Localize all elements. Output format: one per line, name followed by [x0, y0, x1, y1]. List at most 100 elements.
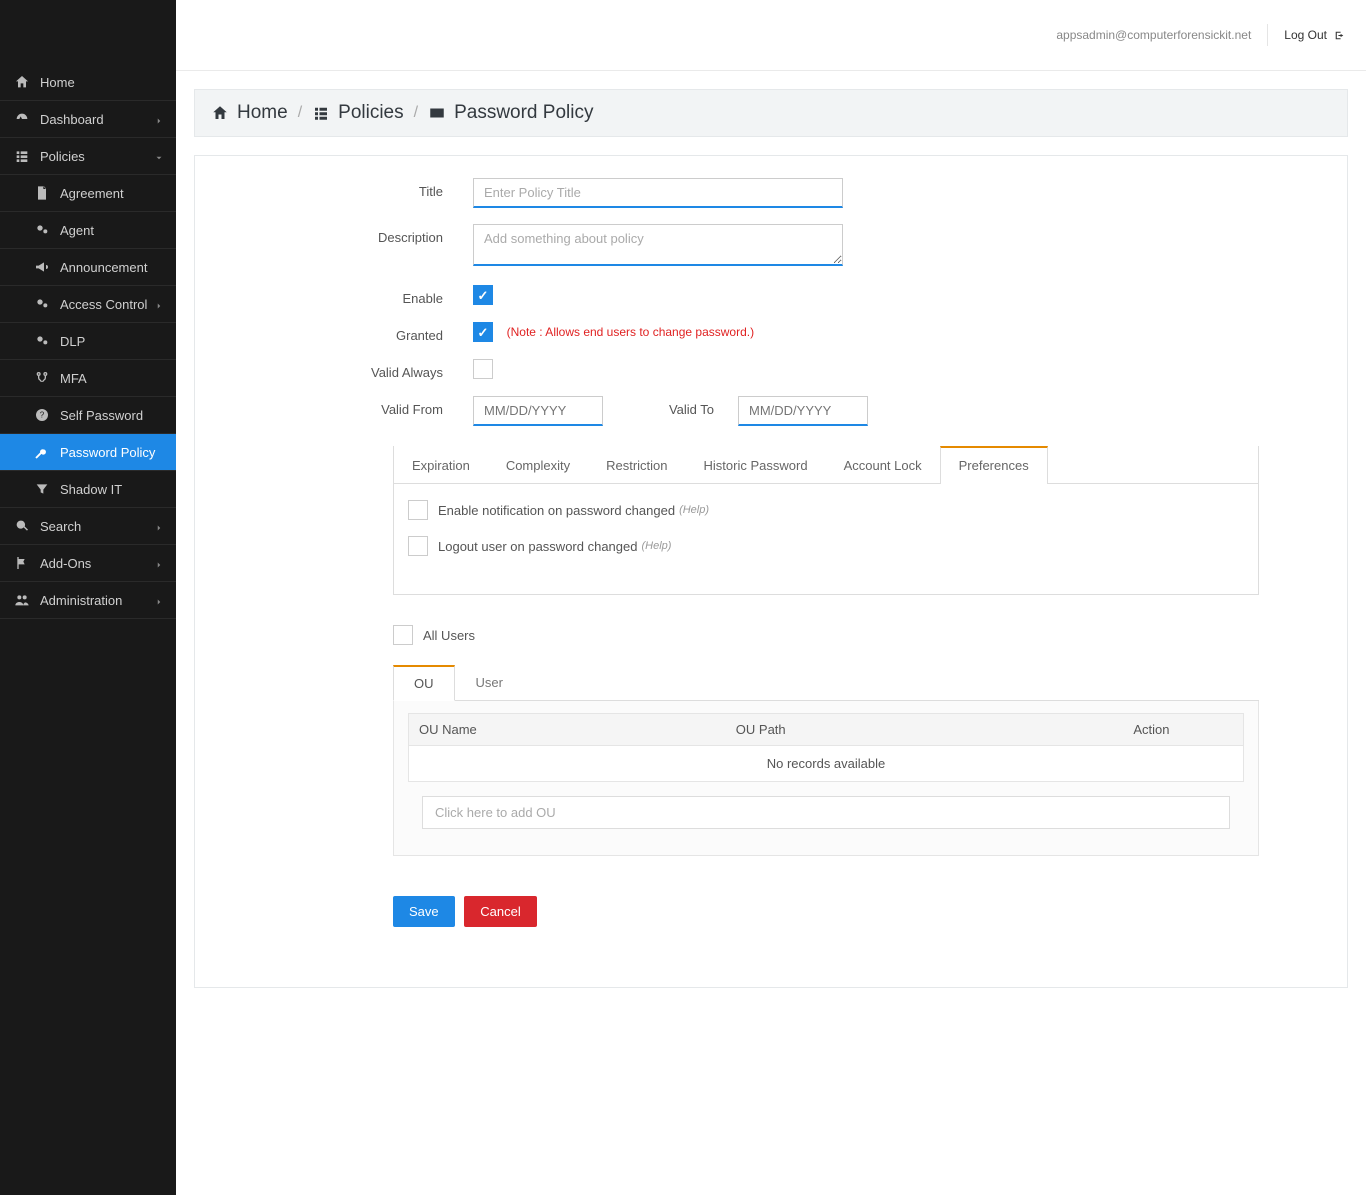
- sidebar-item-access-control[interactable]: Access Control: [0, 286, 176, 323]
- valid-to-label: Valid To: [603, 396, 738, 426]
- valid-from-label: Valid From: [223, 396, 473, 426]
- notify-label: Enable notification on password changed: [438, 503, 675, 518]
- tab-complexity[interactable]: Complexity: [488, 446, 588, 483]
- tab-bar: Expiration Complexity Restriction Histor…: [394, 446, 1258, 484]
- breadcrumb-sep: /: [298, 104, 302, 122]
- target-tabs: OU User OU Name OU Path Action No record…: [393, 665, 1259, 856]
- sidebar-item-label: Administration: [40, 593, 122, 608]
- sidebar-item-self-password[interactable]: ? Self Password: [0, 397, 176, 434]
- notify-checkbox[interactable]: [408, 500, 428, 520]
- sidebar: Home Dashboard Policies Agreement Agent: [0, 0, 176, 1195]
- logout-label: Log Out: [1284, 28, 1327, 42]
- filter-icon: [34, 481, 50, 497]
- megaphone-icon: [34, 259, 50, 275]
- sidebar-item-label: Access Control: [60, 297, 147, 312]
- branch-icon: [34, 370, 50, 386]
- description-input[interactable]: [473, 224, 843, 266]
- valid-from-input[interactable]: [473, 396, 603, 426]
- row-granted: Granted (Note : Allows end users to chan…: [223, 322, 1319, 343]
- granted-checkbox[interactable]: [473, 322, 493, 342]
- sidebar-item-label: Home: [40, 75, 75, 90]
- sidebar-item-label: Dashboard: [40, 112, 104, 127]
- sidebar-item-label: MFA: [60, 371, 87, 386]
- sidebar-item-password-policy[interactable]: Password Policy: [0, 434, 176, 471]
- all-users-label: All Users: [423, 628, 475, 643]
- policy-tabs: Expiration Complexity Restriction Histor…: [393, 446, 1259, 595]
- users-icon: [14, 592, 30, 608]
- row-title: Title: [223, 178, 1319, 208]
- sidebar-item-label: Agent: [60, 223, 94, 238]
- question-icon: ?: [34, 407, 50, 423]
- sidebar-item-announcement[interactable]: Announcement: [0, 249, 176, 286]
- gears-icon: [34, 296, 50, 312]
- cancel-button[interactable]: Cancel: [464, 896, 536, 927]
- sidebar-item-dashboard[interactable]: Dashboard: [0, 101, 176, 138]
- sidebar-item-agreement[interactable]: Agreement: [0, 175, 176, 212]
- logout-button[interactable]: Log Out: [1284, 28, 1346, 42]
- enable-checkbox[interactable]: [473, 285, 493, 305]
- sidebar-item-administration[interactable]: Administration: [0, 582, 176, 619]
- sidebar-item-shadow-it[interactable]: Shadow IT: [0, 471, 176, 508]
- chevron-right-icon: [154, 521, 164, 531]
- chevron-down-icon: [154, 151, 164, 161]
- all-users-row: All Users: [393, 625, 1259, 645]
- sidebar-item-mfa[interactable]: MFA: [0, 360, 176, 397]
- list-icon: [14, 148, 30, 164]
- sidebar-item-label: Password Policy: [60, 445, 155, 460]
- help-link[interactable]: (Help): [679, 504, 709, 516]
- tab-user[interactable]: User: [455, 665, 524, 700]
- tab-restriction[interactable]: Restriction: [588, 446, 685, 483]
- sidebar-item-dlp[interactable]: DLP: [0, 323, 176, 360]
- svg-text:?: ?: [40, 411, 45, 420]
- divider: [1267, 24, 1268, 46]
- tab-account-lock[interactable]: Account Lock: [826, 446, 940, 483]
- title-input[interactable]: [473, 178, 843, 208]
- help-link[interactable]: (Help): [641, 540, 671, 552]
- gears-icon: [34, 222, 50, 238]
- ou-table-empty-row: No records available: [409, 746, 1244, 782]
- col-ou-name: OU Name: [409, 714, 726, 746]
- button-row: Save Cancel: [393, 896, 1319, 927]
- valid-to-input[interactable]: [738, 396, 868, 426]
- sidebar-item-label: Policies: [40, 149, 85, 164]
- sidebar-item-label: DLP: [60, 334, 85, 349]
- pref-notify-row: Enable notification on password changed …: [408, 500, 1244, 520]
- form-panel: Title Description Enable Granted (Note :…: [194, 155, 1348, 988]
- breadcrumb-policies[interactable]: Policies: [312, 102, 403, 124]
- breadcrumb-sep: /: [414, 104, 418, 122]
- add-ou-input[interactable]: [422, 796, 1230, 829]
- document-icon: [34, 185, 50, 201]
- target-tab-bar: OU User: [393, 665, 1259, 701]
- tab-historic-password[interactable]: Historic Password: [686, 446, 826, 483]
- chevron-right-icon: [154, 558, 164, 568]
- home-icon: [14, 74, 30, 90]
- breadcrumb-home[interactable]: Home: [211, 102, 288, 124]
- ou-table-empty: No records available: [409, 746, 1244, 782]
- chevron-right-icon: [154, 299, 164, 309]
- save-button[interactable]: Save: [393, 896, 455, 927]
- granted-note: (Note : Allows end users to change passw…: [507, 325, 754, 339]
- valid-always-checkbox[interactable]: [473, 359, 493, 379]
- row-enable: Enable: [223, 285, 1319, 306]
- sidebar-item-label: Shadow IT: [60, 482, 122, 497]
- tab-expiration[interactable]: Expiration: [394, 446, 488, 483]
- ou-tab-content: OU Name OU Path Action No records availa…: [393, 701, 1259, 856]
- logout-icon: [1333, 29, 1346, 42]
- tab-ou[interactable]: OU: [393, 665, 455, 701]
- chevron-right-icon: [154, 595, 164, 605]
- tab-content-preferences: Enable notification on password changed …: [394, 484, 1258, 594]
- sidebar-item-home[interactable]: Home: [0, 64, 176, 101]
- gears-icon: [34, 333, 50, 349]
- sidebar-item-search[interactable]: Search: [0, 508, 176, 545]
- sidebar-item-policies[interactable]: Policies: [0, 138, 176, 175]
- logout-on-change-checkbox[interactable]: [408, 536, 428, 556]
- breadcrumb: Home / Policies / Password Policy: [194, 89, 1348, 137]
- all-users-checkbox[interactable]: [393, 625, 413, 645]
- valid-always-label: Valid Always: [223, 359, 473, 380]
- breadcrumb-current: Password Policy: [428, 102, 593, 124]
- sidebar-item-agent[interactable]: Agent: [0, 212, 176, 249]
- tab-preferences[interactable]: Preferences: [940, 446, 1048, 484]
- ou-table: OU Name OU Path Action No records availa…: [408, 713, 1244, 782]
- search-icon: [14, 518, 30, 534]
- sidebar-item-addons[interactable]: Add-Ons: [0, 545, 176, 582]
